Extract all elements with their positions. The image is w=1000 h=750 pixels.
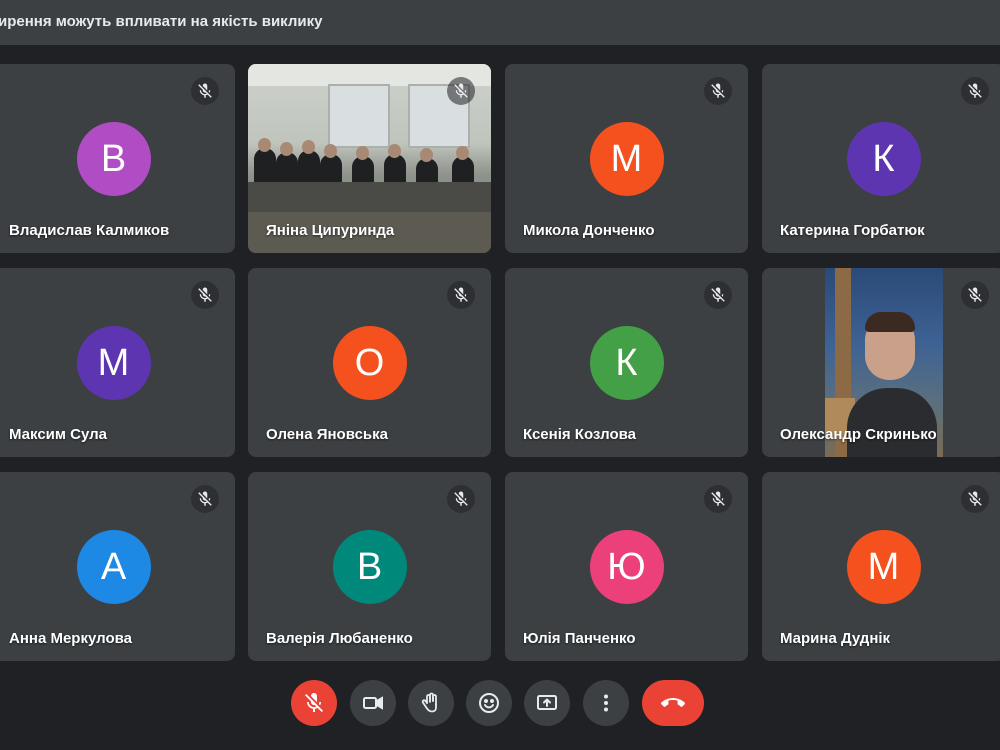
participant-tile-olena[interactable]: О Олена Яновська xyxy=(248,268,491,457)
participant-tile-valeriia[interactable]: В Валерія Любаненко xyxy=(248,472,491,661)
present-screen-icon xyxy=(535,691,559,715)
end-call-button[interactable] xyxy=(642,680,704,726)
participant-avatar: Ю xyxy=(589,529,664,604)
mic-off-icon xyxy=(447,281,475,309)
mic-off-icon xyxy=(191,77,219,105)
banner-text: ирення можуть впливати на якість виклику xyxy=(0,13,323,30)
participant-tile-maryna[interactable]: М Марина Дуднік xyxy=(762,472,1000,661)
mic-off-icon xyxy=(704,281,732,309)
mic-off-icon xyxy=(302,691,326,715)
participant-name: Олександр Скринько xyxy=(780,426,937,443)
participant-avatar: М xyxy=(589,121,664,196)
participant-tile-kateryna[interactable]: К Катерина Горбатюк xyxy=(762,64,1000,253)
participant-name: Яніна Ципуринда xyxy=(266,222,395,239)
participant-tile-oleksandr[interactable]: Олександр Скринько xyxy=(762,268,1000,457)
mic-off-icon xyxy=(704,485,732,513)
participant-avatar: К xyxy=(589,325,664,400)
participant-name: Марина Дуднік xyxy=(780,630,891,647)
participant-tile-vladyslav[interactable]: В Владислав Калмиков xyxy=(0,64,235,253)
participant-name: Максим Сула xyxy=(9,426,108,443)
raise-hand-button[interactable] xyxy=(408,680,454,726)
participant-name: Ксенія Козлова xyxy=(523,426,637,443)
participant-avatar: М xyxy=(846,529,921,604)
emoji-icon xyxy=(477,691,501,715)
mic-off-icon xyxy=(961,281,989,309)
phone-hangup-icon xyxy=(661,691,685,715)
camera-toggle-button[interactable] xyxy=(350,680,396,726)
mic-off-icon xyxy=(447,485,475,513)
mic-off-icon xyxy=(447,77,475,105)
present-screen-button[interactable] xyxy=(524,680,570,726)
participant-name: Микола Донченко xyxy=(523,222,655,239)
participant-tile-yuliia[interactable]: Ю Юлія Панченко xyxy=(505,472,748,661)
participant-tile-kseniia[interactable]: К Ксенія Козлова xyxy=(505,268,748,457)
participant-name: Валерія Любаненко xyxy=(266,630,413,647)
hand-icon xyxy=(419,691,443,715)
more-options-button[interactable] xyxy=(583,680,629,726)
participant-avatar: В xyxy=(76,121,151,196)
mic-off-icon xyxy=(191,281,219,309)
reactions-button[interactable] xyxy=(466,680,512,726)
mic-off-icon xyxy=(961,485,989,513)
mic-off-icon xyxy=(191,485,219,513)
participant-tile-anna[interactable]: А Анна Меркулова xyxy=(0,472,235,661)
participant-name: Олена Яновська xyxy=(266,426,388,443)
participant-avatar: О xyxy=(332,325,407,400)
participant-avatar: К xyxy=(846,121,921,196)
mic-off-icon xyxy=(961,77,989,105)
connection-warning-banner: ирення можуть впливати на якість виклику xyxy=(0,0,1000,45)
participant-name: Владислав Калмиков xyxy=(9,222,170,239)
call-controls-bar xyxy=(0,680,1000,732)
participant-tile-maksym[interactable]: М Максим Сула xyxy=(0,268,235,457)
video-camera-icon xyxy=(361,691,385,715)
participant-avatar: А xyxy=(76,529,151,604)
more-vert-icon xyxy=(594,691,618,715)
participant-avatar: В xyxy=(332,529,407,604)
mic-toggle-button[interactable] xyxy=(291,680,337,726)
participant-name: Катерина Горбатюк xyxy=(780,222,925,239)
participant-name: Анна Меркулова xyxy=(9,630,132,647)
mic-off-icon xyxy=(704,77,732,105)
participant-name: Юлія Панченко xyxy=(523,630,636,647)
participant-tile-mykola[interactable]: М Микола Донченко xyxy=(505,64,748,253)
participant-avatar: М xyxy=(76,325,151,400)
participant-tile-yanina[interactable]: Яніна Ципуринда xyxy=(248,64,491,253)
